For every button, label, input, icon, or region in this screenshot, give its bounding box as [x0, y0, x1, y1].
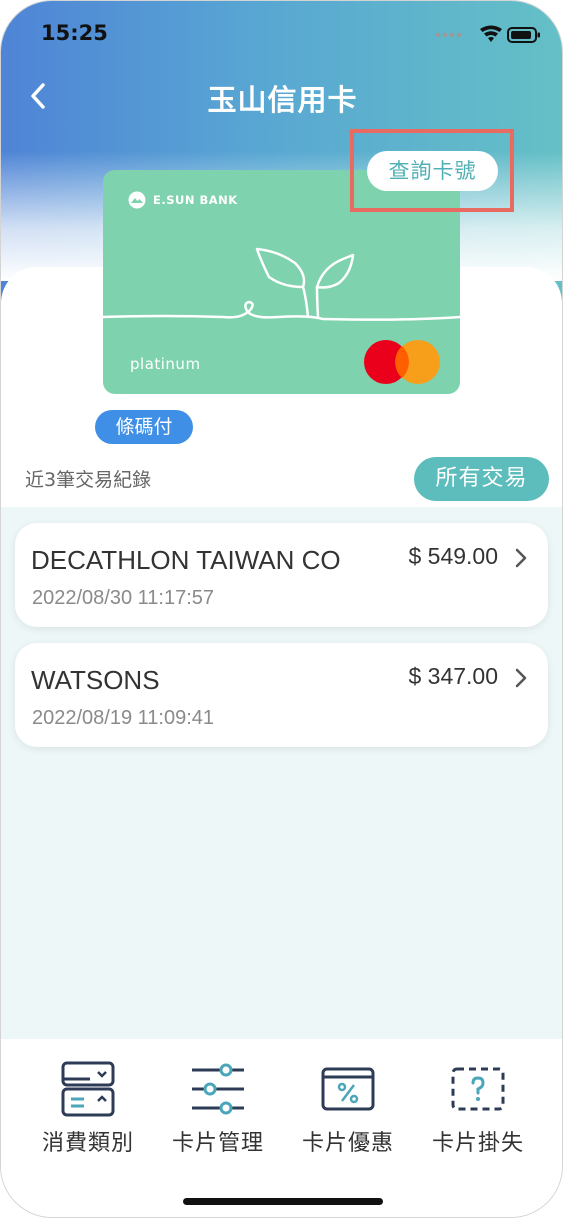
- transaction-item[interactable]: DECATHLON TAIWAN CO 2022/08/30 11:17:57 …: [15, 523, 548, 627]
- discount-icon: [321, 1067, 375, 1111]
- query-card-number-button[interactable]: 查詢卡號: [367, 151, 498, 191]
- lost-card-icon: [451, 1067, 505, 1111]
- nav-spending-category[interactable]: 消費類別: [23, 1061, 153, 1161]
- nav-card-lost[interactable]: 卡片掛失: [413, 1061, 543, 1161]
- spending-category-icon: [61, 1061, 115, 1117]
- sprout-illustration: [103, 247, 460, 321]
- all-transactions-button[interactable]: 所有交易: [414, 457, 549, 501]
- sliders-icon: [192, 1063, 244, 1115]
- card-tier: platinum: [130, 355, 201, 373]
- wifi-icon: [480, 25, 502, 42]
- mastercard-logo-icon: [364, 340, 440, 384]
- recent-transactions-label: 近3筆交易紀錄: [25, 469, 152, 491]
- nav-card-management[interactable]: 卡片管理: [153, 1061, 283, 1161]
- phone-screen: 15:25 玉山信用卡 E.SUN BANK platinum 查詢卡號 條碼付…: [0, 0, 563, 1218]
- signal-icon: [435, 32, 462, 38]
- transaction-merchant: WATSONS: [31, 665, 160, 695]
- barcode-pay-button[interactable]: 條碼付: [95, 410, 193, 444]
- nav-label: 卡片管理: [171, 1131, 264, 1156]
- transaction-item[interactable]: WATSONS 2022/08/19 11:09:41 $ 347.00: [15, 643, 548, 747]
- nav-label: 消費類別: [41, 1131, 134, 1156]
- transaction-datetime: 2022/08/30 11:17:57: [32, 587, 215, 609]
- nav-card-offers[interactable]: 卡片優惠: [283, 1061, 413, 1161]
- transaction-datetime: 2022/08/19 11:09:41: [32, 707, 215, 729]
- battery-icon: [507, 27, 540, 43]
- transaction-merchant: DECATHLON TAIWAN CO: [31, 545, 341, 575]
- transaction-amount: $ 347.00: [408, 663, 498, 689]
- page-title: 玉山信用卡: [207, 83, 358, 117]
- esun-logo-icon: [128, 191, 146, 209]
- status-icons: [435, 25, 540, 43]
- transaction-amount: $ 549.00: [408, 543, 498, 569]
- chevron-right-icon: [515, 668, 527, 688]
- nav-label: 卡片優惠: [301, 1131, 394, 1156]
- chevron-right-icon: [515, 548, 527, 568]
- status-time: 15:25: [41, 21, 108, 45]
- nav-label: 卡片掛失: [431, 1131, 524, 1156]
- card-brand: E.SUN BANK: [153, 193, 238, 207]
- home-indicator[interactable]: [183, 1198, 383, 1205]
